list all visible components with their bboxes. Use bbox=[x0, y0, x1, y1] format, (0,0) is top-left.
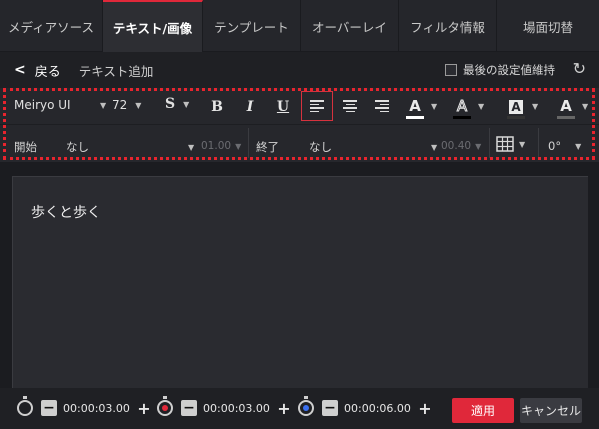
caret-down-icon: ▼ bbox=[582, 101, 589, 111]
tab-media-source[interactable]: メディアソース bbox=[0, 0, 103, 52]
end-duration-value: 00.40 bbox=[441, 140, 472, 152]
start-label: 開始 bbox=[14, 140, 37, 154]
background-color-icon: A bbox=[506, 97, 526, 119]
header-row: < 戻る テキスト追加 最後の設定値維持 ↻ bbox=[0, 52, 599, 88]
back-label: 戻る bbox=[34, 64, 61, 80]
tab-filter-info[interactable]: フィルタ情報 bbox=[399, 0, 497, 52]
shadow-color-swatch bbox=[557, 116, 575, 119]
caret-down-icon: ▼ bbox=[575, 141, 582, 151]
rotation-value: 0° bbox=[548, 139, 562, 153]
bold-button[interactable]: B bbox=[204, 94, 230, 120]
caret-down-icon: ▼ bbox=[519, 139, 526, 149]
decrement-button[interactable]: − bbox=[41, 400, 57, 416]
caret-down-icon: ▼ bbox=[100, 100, 107, 110]
format-toolbar: Meiryo UI ▼ 72 ▼ S ▼ B I U A ▼ A ▼ A ▼ A… bbox=[0, 88, 599, 124]
shadow-color-button[interactable]: A ▼ bbox=[556, 94, 589, 119]
tab-bar: メディアソース テキスト/画像 テンプレート オーバーレイ フィルタ情報 場面切… bbox=[0, 0, 599, 52]
outline-color-swatch bbox=[453, 116, 471, 119]
tab-text-image[interactable]: テキスト/画像 bbox=[103, 0, 203, 52]
text-color-button[interactable]: A ▼ bbox=[405, 94, 438, 119]
divider bbox=[248, 128, 249, 158]
back-button[interactable]: < 戻る bbox=[14, 61, 61, 80]
duration-timer: − 00:00:03.00 + bbox=[17, 396, 152, 418]
align-center-button[interactable] bbox=[334, 91, 366, 121]
in-timer: − 00:00:03.00 + bbox=[157, 396, 292, 418]
text-color-icon: A bbox=[405, 97, 425, 119]
caret-down-icon: ▼ bbox=[235, 141, 242, 151]
end-label: 終了 bbox=[256, 140, 279, 154]
font-size-value: 72 bbox=[112, 98, 128, 112]
end-effect-select[interactable]: なし ▼ bbox=[309, 139, 437, 155]
caret-down-icon: ▼ bbox=[532, 101, 539, 111]
stopwatch-out-icon bbox=[298, 396, 314, 416]
outline-color-icon: A bbox=[452, 97, 472, 119]
end-effect-value: なし bbox=[309, 140, 332, 154]
caret-down-icon: ▼ bbox=[431, 101, 438, 111]
rotation-select[interactable]: 0° ▼ bbox=[548, 139, 581, 153]
increment-button[interactable]: + bbox=[417, 399, 433, 418]
shadow-color-icon: A bbox=[556, 97, 576, 119]
increment-button[interactable]: + bbox=[276, 399, 292, 418]
start-duration-select[interactable]: 01.00 ▼ bbox=[201, 140, 241, 152]
divider bbox=[538, 128, 539, 158]
start-effect-value: なし bbox=[66, 140, 89, 154]
keep-settings-toggle[interactable]: 最後の設定値維持 bbox=[445, 62, 555, 78]
start-duration-value: 01.00 bbox=[201, 140, 232, 152]
breadcrumb: テキスト追加 bbox=[78, 63, 154, 79]
caret-down-icon: ▼ bbox=[183, 99, 190, 109]
align-left-button[interactable] bbox=[301, 91, 333, 121]
caret-down-icon: ▼ bbox=[431, 142, 438, 152]
duration-value[interactable]: 00:00:03.00 bbox=[63, 402, 130, 415]
keep-settings-label: 最後の設定値維持 bbox=[463, 63, 555, 77]
font-family-select[interactable]: Meiryo UI ▼ bbox=[14, 98, 106, 112]
out-value[interactable]: 00:00:06.00 bbox=[344, 402, 411, 415]
text-style-select[interactable]: S ▼ bbox=[165, 96, 189, 112]
reset-icon[interactable]: ↻ bbox=[573, 59, 586, 78]
text-color-swatch bbox=[406, 116, 424, 119]
layout-grid-select[interactable]: ▼ bbox=[496, 136, 525, 152]
divider bbox=[489, 128, 490, 158]
caret-down-icon: ▼ bbox=[188, 142, 195, 152]
align-right-icon bbox=[375, 100, 389, 112]
background-color-swatch bbox=[507, 116, 525, 119]
align-right-button[interactable] bbox=[366, 91, 398, 121]
stopwatch-in-icon bbox=[157, 396, 173, 416]
in-value[interactable]: 00:00:03.00 bbox=[203, 402, 270, 415]
align-left-icon bbox=[310, 100, 324, 112]
decrement-button[interactable]: − bbox=[181, 400, 197, 416]
caret-down-icon: ▼ bbox=[135, 100, 142, 110]
start-effect-select[interactable]: なし ▼ bbox=[66, 139, 194, 155]
background-color-button[interactable]: A ▼ bbox=[506, 94, 539, 119]
underline-button[interactable]: U bbox=[270, 94, 296, 120]
out-timer: − 00:00:06.00 + bbox=[298, 396, 433, 418]
stopwatch-icon bbox=[17, 396, 33, 416]
tab-scene-transition[interactable]: 場面切替 bbox=[497, 0, 599, 52]
text-preview-area[interactable]: 歩くと歩く bbox=[12, 176, 588, 388]
checkbox[interactable] bbox=[445, 64, 457, 76]
grid-icon bbox=[496, 136, 514, 152]
increment-button[interactable]: + bbox=[136, 399, 152, 418]
font-size-select[interactable]: 72 ▼ bbox=[112, 98, 141, 112]
tab-overlay[interactable]: オーバーレイ bbox=[301, 0, 399, 52]
chevron-left-icon: < bbox=[14, 62, 26, 78]
align-center-icon bbox=[343, 100, 357, 112]
font-family-value: Meiryo UI bbox=[14, 98, 71, 112]
apply-button[interactable]: 適用 bbox=[452, 398, 514, 423]
decrement-button[interactable]: − bbox=[322, 400, 338, 416]
caret-down-icon: ▼ bbox=[475, 141, 482, 151]
text-style-value: S bbox=[165, 96, 176, 112]
outline-color-button[interactable]: A ▼ bbox=[452, 94, 485, 119]
end-duration-select[interactable]: 00.40 ▼ bbox=[441, 140, 481, 152]
preview-text[interactable]: 歩くと歩く bbox=[31, 202, 101, 222]
caret-down-icon: ▼ bbox=[478, 101, 485, 111]
cancel-button[interactable]: キャンセル bbox=[520, 398, 582, 423]
italic-button[interactable]: I bbox=[237, 94, 263, 120]
tab-template[interactable]: テンプレート bbox=[203, 0, 301, 52]
